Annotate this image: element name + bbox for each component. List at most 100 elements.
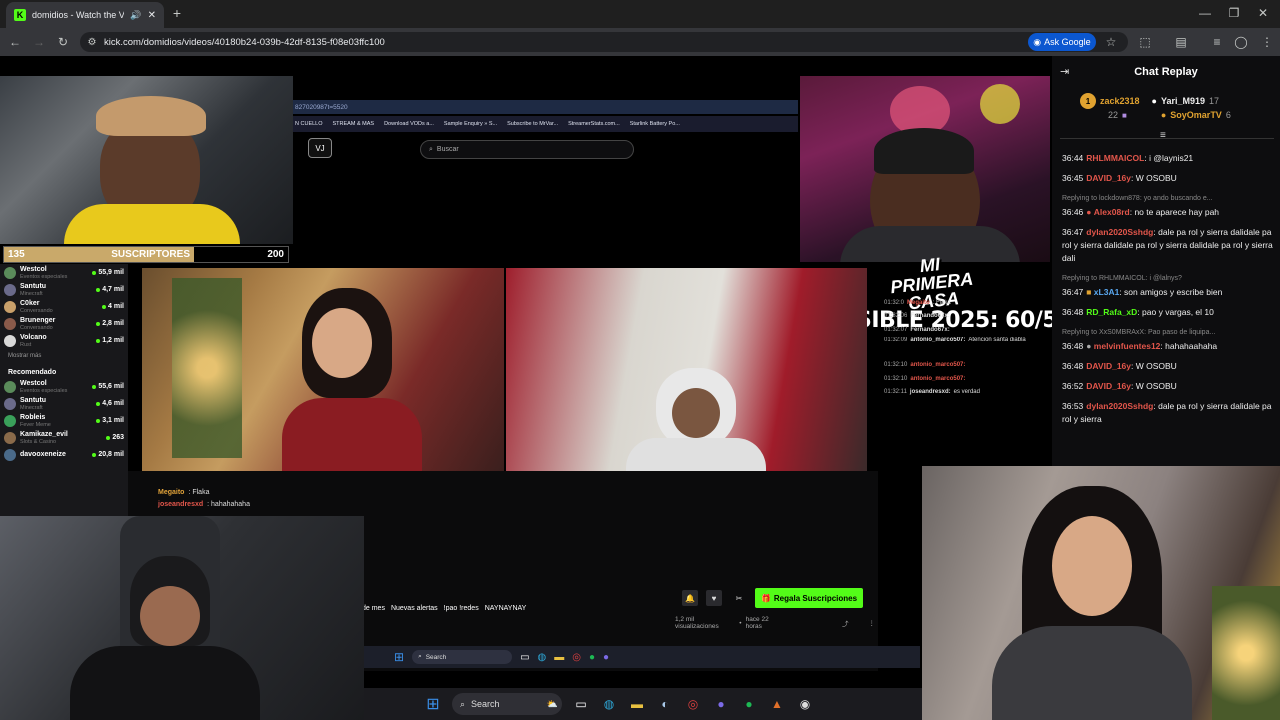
obs-icon[interactable]: ◉ xyxy=(796,695,814,713)
back-icon[interactable]: ← xyxy=(8,35,22,49)
reply-context: Replying to RHLMMAICOL: i @lalnys? xyxy=(1062,275,1182,282)
more-options-icon[interactable]: ⋮ xyxy=(869,619,876,627)
inner-taskbar-search: ⌕ Search xyxy=(412,650,513,664)
app-icon[interactable]: ▲ xyxy=(768,695,786,713)
inner-chat-message: 01:32:10 antonio_marco507: xyxy=(884,375,966,382)
chat-message[interactable]: Replying to XxS0MBRAxX: Pao paso de liqu… xyxy=(1062,326,1276,353)
avatar xyxy=(4,266,16,279)
taskview-icon[interactable]: ▭ xyxy=(572,695,590,713)
edge-icon[interactable]: ◍ xyxy=(600,695,618,713)
chat-message[interactable]: Replying to lockdown878: yo ando buscand… xyxy=(1062,192,1276,219)
subs-current: 135 xyxy=(8,249,25,260)
video-feed-left xyxy=(142,268,504,471)
chat-message[interactable]: 36:48 DAVID_16y: W OSOBU xyxy=(1062,360,1276,373)
discord-icon[interactable]: ● xyxy=(712,695,730,713)
steam-icon[interactable]: ◐ xyxy=(656,695,674,713)
url-bar[interactable]: kick.com/domidios/videos/40180b24-039b-4… xyxy=(80,32,1128,52)
extensions-icon[interactable]: ⬚ xyxy=(1138,35,1152,49)
discord-icon: ● xyxy=(603,651,610,663)
sidebar-channel[interactable]: davooxeneize 20,8 mil xyxy=(0,446,128,463)
inner-chat-message: 01:32:06 Fernando67x: xyxy=(884,313,950,320)
search-icon: ⌕ xyxy=(429,145,433,153)
inner-bookmark: StreamerStats.com... xyxy=(568,121,620,127)
chat-message[interactable]: 36:44 RHLMMAICOL: i @laynis21 xyxy=(1062,152,1276,165)
folder-icon: ▬ xyxy=(554,651,565,663)
subscriber-goal-fill: 135 SUSCRIPTORES xyxy=(4,247,194,262)
reload-icon[interactable]: ↻ xyxy=(56,35,70,49)
forward-icon[interactable]: → xyxy=(32,35,46,49)
inner-chat-message: 01:32:0 Megaito: Flaka xyxy=(884,299,951,306)
chat-message[interactable]: 36:52 DAVID_16y: W OSOBU xyxy=(1062,380,1276,393)
sidebar-channel[interactable]: Robleis Fever Meme 3,1 mil xyxy=(0,412,128,429)
minimize-icon[interactable]: — xyxy=(1198,6,1212,20)
ticker-item: Nuevas alertas xyxy=(390,604,438,612)
user-badge-icon: ● xyxy=(1086,207,1092,217)
restore-icon[interactable]: ❐ xyxy=(1227,6,1241,20)
sidebar-channel[interactable]: Santutu Minecraft 4,7 mil xyxy=(0,281,128,298)
chat-message[interactable]: Replying to RHLMMAICOL: i @lalnys? 36:47 ■… xyxy=(1062,272,1276,299)
chrome-icon[interactable]: ◎ xyxy=(684,695,702,713)
tab-title: domidios - Watch the VOD xyxy=(32,10,125,20)
tab-close-icon[interactable]: ✕ xyxy=(148,10,156,21)
webcam-bottom-right xyxy=(922,466,1280,720)
menu-icon[interactable]: ⋮ xyxy=(1260,35,1274,49)
chat-replay-title: Chat Replay xyxy=(1134,66,1198,78)
inner-search-placeholder: Buscar xyxy=(436,146,459,153)
ticker-item: NAYNAYNAY xyxy=(484,604,527,612)
share-icon[interactable]: ⤴ xyxy=(842,618,849,628)
sidebar-channel[interactable]: Westcol Eventos especiales 55,9 mil xyxy=(0,264,128,281)
inner-search-box: ⌕ Buscar xyxy=(420,140,634,159)
sidebar-channel[interactable]: Volcano Rust 1,2 mil xyxy=(0,332,128,349)
close-window-icon[interactable]: ✕ xyxy=(1256,6,1270,20)
avatar xyxy=(4,380,16,393)
windows-start-icon: ⊞ xyxy=(394,650,405,664)
chrome-icon: ◎ xyxy=(572,651,581,663)
webcam-bottom-left xyxy=(0,516,364,720)
clip-icon[interactable]: ✂ xyxy=(731,590,747,606)
chat-message[interactable]: 36:45 DAVID_16y: W OSOBU xyxy=(1062,172,1276,185)
windows-start-icon[interactable]: ⊞ xyxy=(424,695,442,713)
video-feed-right xyxy=(506,268,867,471)
inner-site-logo: VJ xyxy=(308,138,332,158)
sidebar-channel[interactable]: Brunenger Conversando 2,8 mil xyxy=(0,315,128,332)
profile-icon[interactable]: ◯ xyxy=(1234,35,1248,49)
leaderboard-row[interactable]: 1 zack2318 ● Yari_M919 17 xyxy=(1080,93,1270,109)
chat-filter-icon[interactable]: ≡ xyxy=(1160,130,1172,141)
chat-message[interactable]: 36:53 dylan2020Sshdg: dale pa rol y sierr… xyxy=(1062,400,1276,426)
follow-heart-icon[interactable]: ♥ xyxy=(706,590,722,606)
sidebar-channel[interactable]: Santutu Minecraft 4,6 mil xyxy=(0,395,128,412)
sidebar-channel[interactable]: C0ker Conversando 4 mil xyxy=(0,298,128,315)
chat-message-list: 36:44 RHLMMAICOL: i @laynis21 36:45 DAVID_… xyxy=(1062,152,1276,466)
taskbar-search[interactable]: ⌕ Search ⛅ xyxy=(452,693,562,715)
webcam-top-right xyxy=(800,76,1050,262)
ask-google-button[interactable]: ◉ Ask Google xyxy=(1028,33,1096,51)
inner-bookmark: Sample Enquiry » S... xyxy=(443,121,498,127)
search-icon: ⌕ xyxy=(418,653,422,660)
gift-subscriptions-button[interactable]: 🎁 Regala Suscripciones xyxy=(755,588,863,608)
browser-tab[interactable]: K domidios - Watch the VOD 🔊 ✕ xyxy=(6,2,164,28)
chat-message[interactable]: 36:48 RD_Rafa_xD: pao y vargas, el 10 xyxy=(1062,306,1276,319)
sidebar-channel[interactable]: Kamikaze_evil Slots & Casino 263 xyxy=(0,429,128,446)
site-info-icon[interactable]: ⚙ xyxy=(86,35,98,49)
taskbar-search-label: Search xyxy=(471,699,500,709)
new-tab-icon[interactable]: + xyxy=(170,5,184,21)
leader-count: 17 xyxy=(1209,96,1220,106)
file-explorer-icon[interactable]: ▬ xyxy=(628,695,646,713)
tab-search-icon[interactable]: ≡ xyxy=(1210,35,1224,49)
subscriber-goal-bar: 135 SUSCRIPTORES 200 xyxy=(3,246,289,263)
inner-bookmark: STREAM & MAS xyxy=(332,121,375,127)
bookmark-star-icon[interactable]: ☆ xyxy=(1104,35,1118,49)
subs-label: SUSCRIPTORES xyxy=(111,249,190,260)
sidebar-channel[interactable]: Westcol Eventos especiales 55,6 mil xyxy=(0,378,128,395)
tab-audio-icon[interactable]: 🔊 xyxy=(130,10,141,21)
notification-bell-icon[interactable]: 🔔 xyxy=(682,590,698,606)
avatar xyxy=(4,414,16,427)
media-icon[interactable]: ▤ xyxy=(1174,35,1188,49)
reply-context: Replying to XxS0MBRAxX: Pao paso de liqu… xyxy=(1062,329,1216,336)
chat-message[interactable]: 36:47 dylan2020Sshdg: dale pa rol y sierr… xyxy=(1062,226,1276,265)
video-age: hace 22 horas xyxy=(745,616,769,630)
spotify-icon[interactable]: ● xyxy=(740,695,758,713)
inner-taskbar: ⊞ ⌕ Search ▭ ◍ ▬ ◎ ● ● xyxy=(364,646,920,668)
leaderboard-row[interactable]: 22 ■ ● SoyOmarTV 6 xyxy=(1108,108,1270,122)
show-more-link[interactable]: Mostrar más xyxy=(0,349,128,363)
